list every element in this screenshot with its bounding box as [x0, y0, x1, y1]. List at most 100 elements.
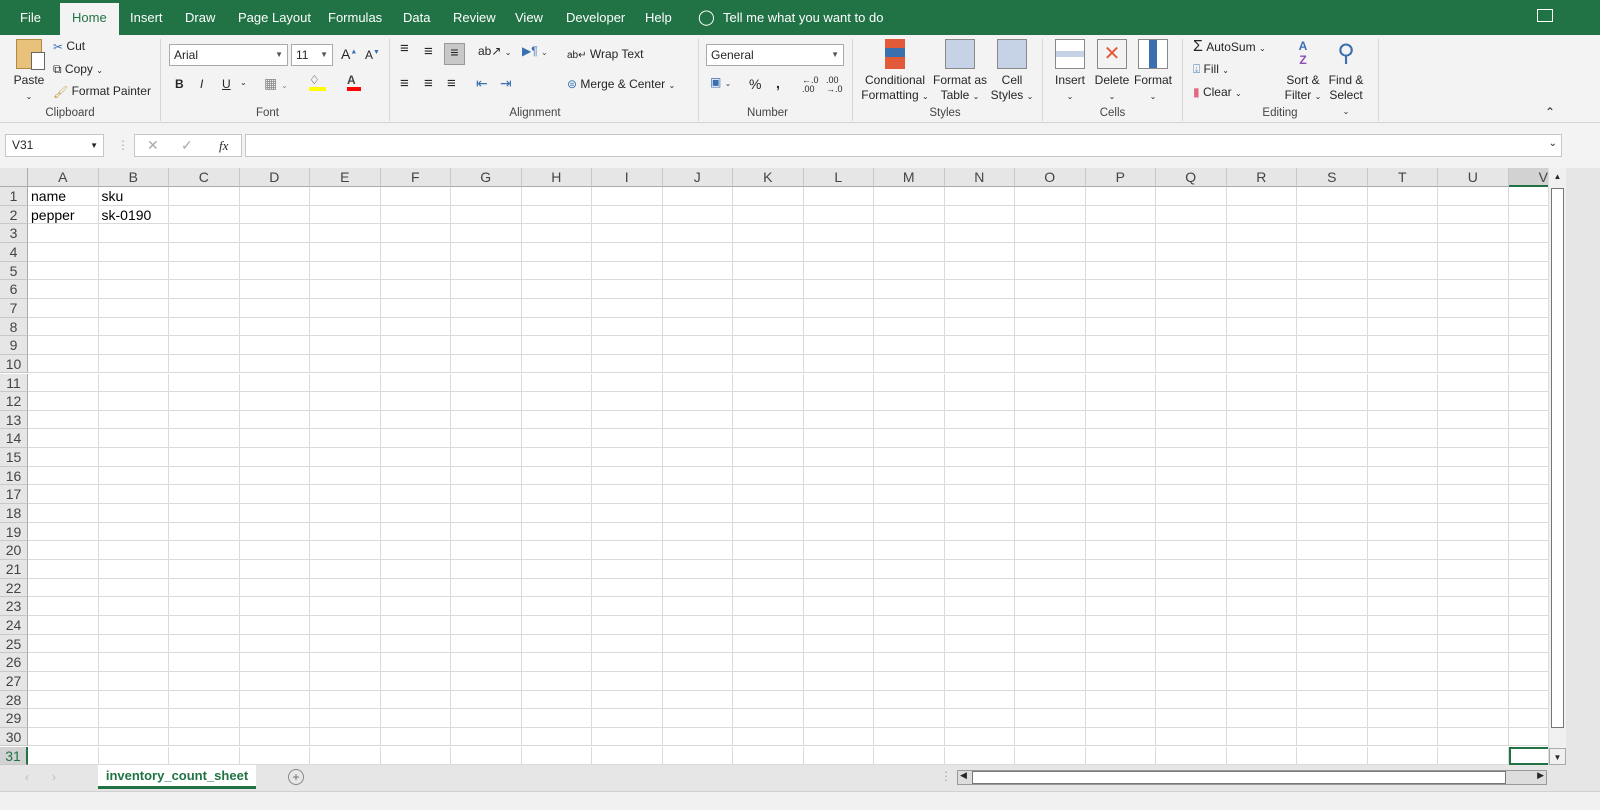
- cell-v8[interactable]: [1508, 318, 1548, 337]
- cell-c21[interactable]: [169, 560, 240, 579]
- cell-o22[interactable]: [1015, 578, 1086, 598]
- cell-t20[interactable]: [1367, 541, 1438, 560]
- cell-s28[interactable]: [1297, 690, 1368, 710]
- cell-l18[interactable]: [803, 504, 874, 523]
- cell-b12[interactable]: [98, 392, 169, 411]
- cell-u3[interactable]: [1438, 224, 1509, 243]
- cell-v5[interactable]: [1508, 262, 1548, 281]
- cell-m23[interactable]: [874, 597, 945, 616]
- cell-n7[interactable]: [944, 298, 1015, 318]
- cell-s8[interactable]: [1297, 317, 1368, 337]
- cell-b29[interactable]: [98, 709, 169, 728]
- cell-g29[interactable]: [451, 709, 522, 728]
- cell-t28[interactable]: [1367, 690, 1438, 710]
- cell-p10[interactable]: [1085, 354, 1156, 374]
- cell-j5[interactable]: [662, 261, 733, 281]
- cell-e14[interactable]: [310, 429, 381, 449]
- scroll-down-icon[interactable]: ▼: [1549, 748, 1566, 765]
- tab-data[interactable]: Data: [391, 0, 442, 35]
- cell-f11[interactable]: [380, 373, 451, 393]
- cell-n4[interactable]: [944, 242, 1015, 262]
- borders-button[interactable]: ▦ ⌄: [264, 75, 288, 92]
- column-header-o[interactable]: O: [1015, 168, 1086, 187]
- cell-i7[interactable]: [592, 298, 663, 318]
- cell-k8[interactable]: [733, 317, 804, 337]
- cell-t1[interactable]: [1367, 187, 1438, 206]
- cell-e12[interactable]: [310, 392, 381, 411]
- cell-g14[interactable]: [451, 429, 522, 449]
- cell-q2[interactable]: [1156, 205, 1227, 225]
- cell-h10[interactable]: [521, 354, 592, 374]
- cell-g13[interactable]: [451, 410, 522, 430]
- cell-b3[interactable]: [98, 224, 169, 243]
- cell-g4[interactable]: [451, 242, 522, 262]
- cell-s27[interactable]: [1297, 671, 1368, 691]
- cell-i19[interactable]: [592, 522, 663, 542]
- cell-t30[interactable]: [1367, 727, 1438, 747]
- cell-h3[interactable]: [521, 224, 592, 243]
- cell-p6[interactable]: [1085, 280, 1156, 299]
- cell-k25[interactable]: [733, 634, 804, 654]
- cell-styles-button[interactable]: Cell Styles ⌄: [990, 39, 1034, 104]
- cell-q11[interactable]: [1156, 373, 1227, 393]
- cell-t27[interactable]: [1367, 671, 1438, 691]
- cell-e6[interactable]: [310, 280, 381, 299]
- cell-b20[interactable]: [98, 541, 169, 560]
- cell-u10[interactable]: [1438, 354, 1509, 374]
- cell-c30[interactable]: [169, 727, 240, 747]
- cell-q1[interactable]: [1156, 187, 1227, 206]
- cell-m1[interactable]: [874, 187, 945, 206]
- cell-l25[interactable]: [803, 634, 874, 654]
- cell-q4[interactable]: [1156, 242, 1227, 262]
- cell-b22[interactable]: [98, 578, 169, 598]
- scroll-up-icon[interactable]: ▲: [1549, 168, 1566, 186]
- cell-i5[interactable]: [592, 261, 663, 281]
- cell-r24[interactable]: [1226, 615, 1297, 635]
- cell-a18[interactable]: [28, 504, 99, 523]
- cell-c2[interactable]: [169, 205, 240, 225]
- cell-i30[interactable]: [592, 727, 663, 747]
- cell-s22[interactable]: [1297, 578, 1368, 598]
- row-header-15[interactable]: 15: [0, 448, 28, 467]
- enter-checkmark-icon[interactable]: ✓: [181, 137, 193, 154]
- cell-m20[interactable]: [874, 541, 945, 560]
- cell-s2[interactable]: [1297, 205, 1368, 225]
- cell-t7[interactable]: [1367, 298, 1438, 318]
- cell-t22[interactable]: [1367, 578, 1438, 598]
- row-header-12[interactable]: 12: [0, 392, 28, 411]
- cell-i25[interactable]: [592, 634, 663, 654]
- cell-o18[interactable]: [1015, 504, 1086, 523]
- orientation-button[interactable]: ab↗ ⌄: [478, 44, 511, 58]
- cell-o24[interactable]: [1015, 615, 1086, 635]
- row-header-9[interactable]: 9: [0, 336, 28, 355]
- cell-f5[interactable]: [380, 261, 451, 281]
- cell-g27[interactable]: [451, 671, 522, 691]
- cell-g15[interactable]: [451, 448, 522, 467]
- cell-v27[interactable]: [1508, 672, 1548, 691]
- cell-a23[interactable]: [28, 597, 99, 616]
- cell-t12[interactable]: [1367, 392, 1438, 411]
- cancel-icon[interactable]: ✕: [147, 137, 159, 154]
- cell-k1[interactable]: [733, 187, 804, 206]
- cell-v11[interactable]: [1508, 374, 1548, 393]
- cell-i14[interactable]: [592, 429, 663, 449]
- cell-c11[interactable]: [169, 373, 240, 393]
- tab-review[interactable]: Review: [441, 0, 508, 35]
- wrap-text-button[interactable]: ab↵ Wrap Text: [567, 47, 643, 61]
- cell-e15[interactable]: [310, 448, 381, 467]
- cell-e8[interactable]: [310, 317, 381, 337]
- cell-j14[interactable]: [662, 429, 733, 449]
- cell-t3[interactable]: [1367, 224, 1438, 243]
- cell-l29[interactable]: [803, 709, 874, 728]
- cell-g28[interactable]: [451, 690, 522, 710]
- cell-p5[interactable]: [1085, 261, 1156, 281]
- cell-u21[interactable]: [1438, 560, 1509, 579]
- cell-h29[interactable]: [521, 709, 592, 728]
- cell-t5[interactable]: [1367, 261, 1438, 281]
- cell-g2[interactable]: [451, 205, 522, 225]
- cell-p26[interactable]: [1085, 653, 1156, 672]
- cell-e24[interactable]: [310, 615, 381, 635]
- tab-splitter[interactable]: ⋮: [940, 769, 952, 783]
- cell-b16[interactable]: [98, 466, 169, 486]
- cell-t17[interactable]: [1367, 485, 1438, 505]
